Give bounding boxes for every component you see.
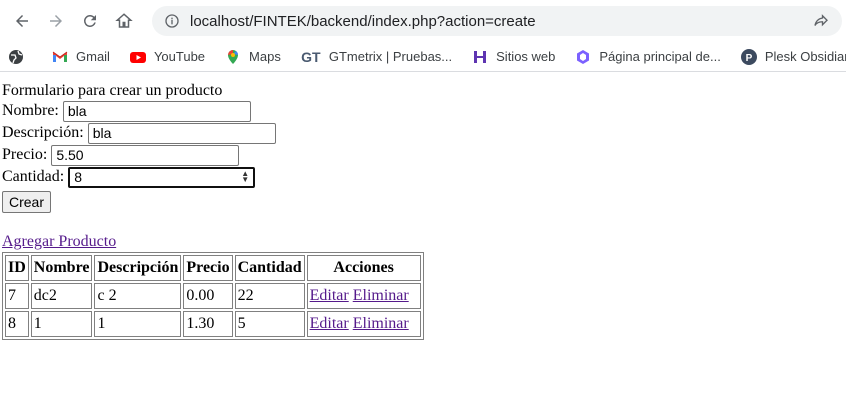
forward-button[interactable] [40,5,72,37]
cell-id: 7 [5,283,29,309]
table-row: 8 1 1 1.30 5 Editar Eliminar [5,311,421,337]
bookmark-plesk[interactable]: P Plesk Obsidian 1 [740,48,846,65]
maps-icon [225,49,241,65]
url-text[interactable]: localhost/FINTEK/backend/index.php?actio… [190,13,804,30]
bookmark-gmail[interactable]: Gmail [52,49,110,65]
cell-actions: Editar Eliminar [306,311,421,337]
bookmark-maps[interactable]: Maps [225,49,281,65]
arrow-left-icon [16,15,28,27]
bookmark-sites[interactable]: Sitios web [472,49,555,65]
price-row: Precio: 5.50 [2,144,846,166]
create-button[interactable]: Crear [2,191,52,213]
quantity-value: 8 [74,169,83,185]
quantity-label: Cantidad: [2,168,65,185]
cell-quantity: 22 [234,283,305,309]
products-table: ID Nombre Descripción Precio Cantidad Ac… [2,252,424,340]
page-content: Formulario para crear un producto Nombre… [0,72,846,340]
name-row: Nombre: bla [2,100,846,122]
back-button[interactable] [6,5,38,37]
column-header: Nombre [30,255,93,281]
column-header: ID [5,255,29,281]
submit-row: Crear [2,188,846,213]
home-icon [115,13,133,28]
bookmark-label: Maps [249,49,281,64]
bookmark-office[interactable]: Página principal de... [575,49,721,65]
cell-description: 1 [94,311,182,337]
home-button[interactable] [108,5,140,37]
youtube-icon [129,49,146,65]
column-header: Cantidad [234,255,305,281]
plesk-icon: P [740,48,757,65]
gtmetrix-icon: GT [301,48,321,65]
name-label: Nombre: [2,102,59,119]
bookmark-label: YouTube [153,49,206,64]
info-icon[interactable] [164,13,180,29]
cell-id: 8 [5,311,29,337]
bookmark-label: Plesk Obsidian 1 [764,49,846,64]
quantity-input[interactable]: 8 ▲ ▼ [68,166,256,188]
edit-link[interactable]: Editar [310,287,349,304]
column-header: Acciones [306,255,421,281]
edit-link[interactable]: Editar [310,315,349,332]
column-header: Precio [183,255,233,281]
bookmark-label: Sitios web [496,49,556,64]
price-label: Precio: [2,146,48,163]
add-product-link[interactable]: Agregar Producto [2,233,116,251]
bookmarks-bar: Gmail YouTube Maps GT GTmetrix | Pruebas… [0,42,846,72]
spinner-arrows-icon[interactable]: ▲ ▼ [241,170,249,184]
address-bar[interactable]: localhost/FINTEK/backend/index.php?actio… [152,6,842,36]
bookmark-gtmetrix[interactable]: GT GTmetrix | Pruebas... [301,49,452,65]
description-row: Descripción: bla [2,122,846,144]
cell-quantity: 5 [234,311,305,337]
description-label: Descripción: [2,124,84,141]
delete-link[interactable]: Eliminar [353,287,409,304]
office-icon [575,49,591,65]
bookmark-apps[interactable] [8,49,32,65]
price-input[interactable]: 5.50 [51,144,240,166]
table-header-row: ID Nombre Descripción Precio Cantidad Ac… [5,255,421,281]
table-row: 7 dc2 c 2 0.00 22 Editar Eliminar [5,283,421,309]
name-input[interactable]: bla [62,100,251,122]
form-title: Formulario para crear un producto [2,82,223,99]
svg-text:P: P [745,53,752,64]
bookmark-label: Gmail [76,49,110,64]
browser-toolbar: localhost/FINTEK/backend/index.php?actio… [0,0,846,42]
reload-button[interactable] [74,5,106,37]
sites-icon [472,49,488,65]
bookmark-label: GTmetrix | Pruebas... [328,49,453,64]
arrow-right-icon [50,15,62,27]
cell-actions: Editar Eliminar [306,283,421,309]
share-icon[interactable] [812,12,830,30]
cell-price: 0.00 [183,283,233,309]
description-input[interactable]: bla [87,122,276,144]
globe-icon [8,49,24,65]
cell-name: dc2 [30,283,93,309]
cell-description: c 2 [94,283,182,309]
cell-price: 1.30 [183,311,233,337]
delete-link[interactable]: Eliminar [353,315,409,332]
cell-name: 1 [30,311,93,337]
column-header: Descripción [94,255,182,281]
quantity-row: Cantidad: 8 ▲ ▼ [2,166,846,188]
reload-icon [83,14,96,27]
bookmark-label: Página principal de... [599,49,721,64]
gmail-icon [52,49,68,65]
bookmark-youtube[interactable]: YouTube [129,49,206,65]
